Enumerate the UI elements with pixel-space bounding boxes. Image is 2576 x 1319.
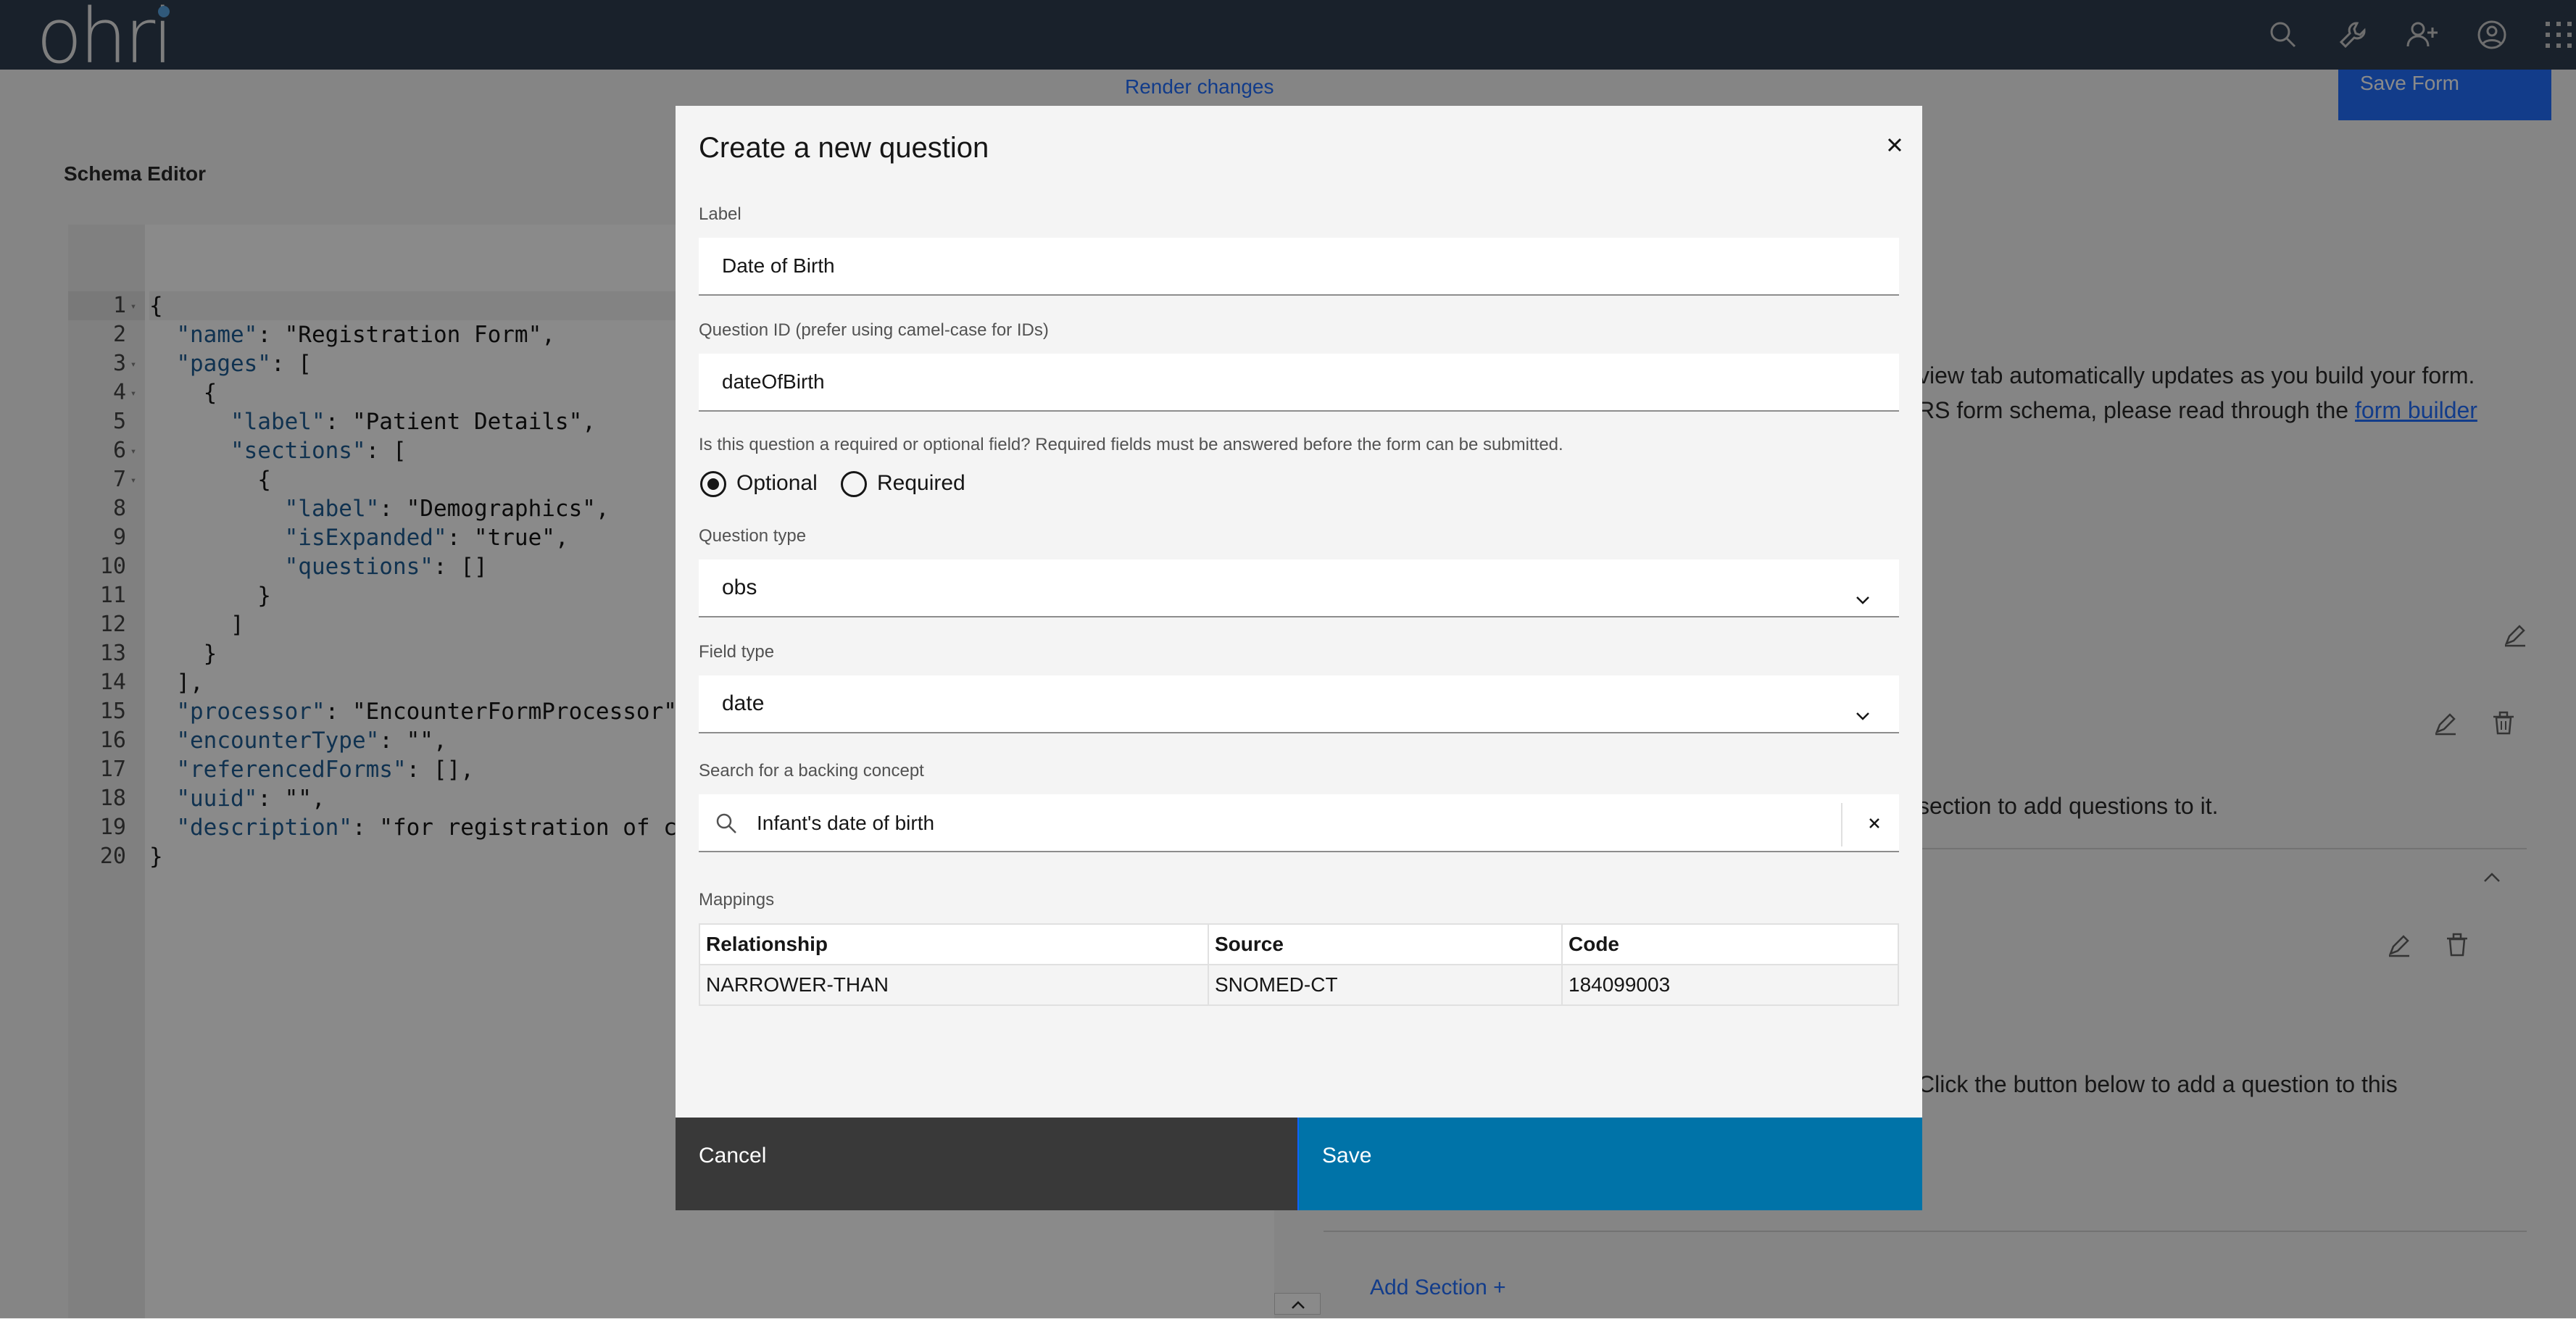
cell-source: SNOMED-CT (1208, 964, 1563, 1006)
required-hint-text: Is this question a required or optional … (699, 435, 1563, 454)
mappings-header-row: Relationship Source Code (699, 923, 1899, 965)
field-type-select[interactable]: date (699, 675, 1899, 733)
column-header-code: Code (1561, 923, 1899, 965)
optional-radio-label[interactable]: Optional (736, 471, 818, 496)
table-row: NARROWER-THAN SNOMED-CT 184099003 (699, 964, 1899, 1006)
optional-radio[interactable] (700, 471, 726, 497)
concept-search-input[interactable]: Infant's date of birth (699, 794, 1899, 852)
question-type-select[interactable]: obs (699, 559, 1899, 617)
mappings-table: Relationship Source Code NARROWER-THAN S… (699, 923, 1899, 1006)
question-type-label: Question type (699, 526, 807, 546)
required-radio[interactable] (841, 471, 867, 497)
concept-search-label: Search for a backing concept (699, 761, 924, 781)
label-field-label: Label (699, 204, 741, 224)
save-button[interactable]: Save (1297, 1118, 1922, 1210)
required-radio-label[interactable]: Required (877, 471, 965, 496)
field-type-value: date (722, 691, 765, 715)
clear-icon[interactable] (1863, 812, 1886, 835)
question-id-label: Question ID (prefer using camel-case for… (699, 320, 1049, 340)
search-icon (713, 810, 739, 836)
column-header-relationship: Relationship (699, 923, 1209, 965)
create-question-modal: Create a new question Label Date of Birt… (676, 106, 1922, 1210)
concept-search-value: Infant's date of birth (757, 812, 935, 834)
search-divider (1841, 803, 1842, 846)
chevron-down-icon (1851, 693, 1874, 720)
cell-code: 184099003 (1561, 964, 1899, 1006)
mappings-label: Mappings (699, 890, 775, 910)
label-input[interactable]: Date of Birth (699, 238, 1899, 296)
cancel-button[interactable]: Cancel (676, 1118, 1297, 1210)
column-header-source: Source (1208, 923, 1563, 965)
chevron-down-icon (1851, 577, 1874, 604)
modal-title: Create a new question (699, 132, 989, 164)
cell-relationship: NARROWER-THAN (699, 964, 1209, 1006)
field-type-label: Field type (699, 642, 775, 662)
close-icon[interactable] (1877, 128, 1912, 162)
question-id-input[interactable]: dateOfBirth (699, 354, 1899, 412)
question-type-value: obs (722, 575, 757, 599)
